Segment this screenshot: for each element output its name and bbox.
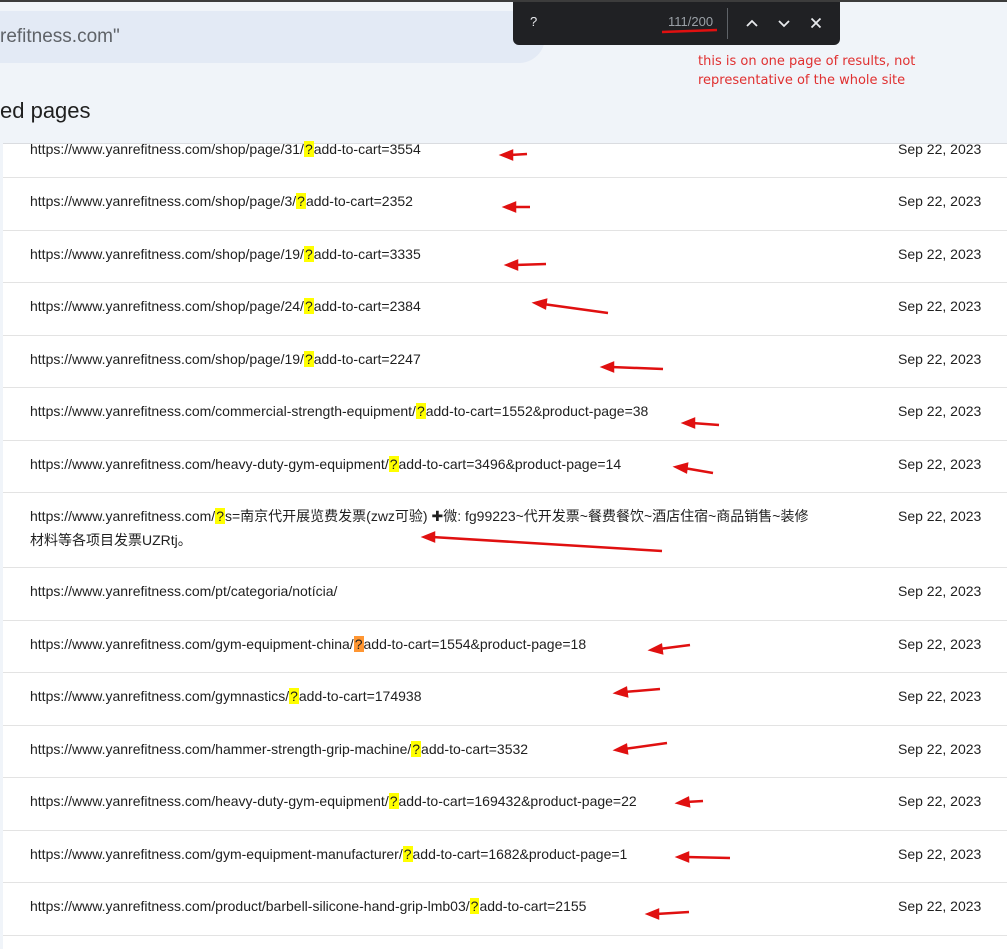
page-url[interactable]: https://www.yanrefitness.com/shop/page/1…: [30, 242, 820, 266]
find-match: ?: [296, 193, 306, 209]
search-box[interactable]: refitness.com": [0, 11, 545, 63]
url-suffix: add-to-cart=2247: [313, 350, 421, 367]
url-suffix: add-to-cart=1552&product-page=38: [425, 403, 649, 419]
url-prefix: https://www.yanrefitness.com/shop/page/1…: [30, 245, 304, 262]
url-prefix: https://www.yanrefitness.com/gym-equipme…: [30, 635, 354, 652]
page-url[interactable]: https://www.yanrefitness.com/shop/page/3…: [30, 189, 820, 213]
chevron-down-icon[interactable]: [771, 10, 797, 36]
table-row[interactable]: https://www.yanrefitness.com/shop/page/3…: [3, 177, 1007, 231]
find-match: ?: [303, 298, 314, 314]
last-crawled-date: Sep 22, 2023: [898, 298, 982, 314]
find-match: ?: [411, 740, 422, 757]
url-prefix: https://www.yanrefitness.com/pt/categori…: [30, 583, 338, 599]
url-prefix: https://www.yanrefitness.com/heavy-duty-…: [30, 793, 389, 809]
page-url[interactable]: https://www.yanrefitness.com/shop/page/2…: [30, 294, 820, 318]
last-crawled-date: Sep 22, 2023: [898, 193, 982, 209]
page-url[interactable]: https://www.yanrefitness.com/commercial-…: [30, 399, 820, 423]
last-crawled-date: Sep 22, 2023: [898, 350, 982, 367]
page-url[interactable]: https://www.yanrefitness.com/gym-equipme…: [30, 632, 820, 656]
page-url[interactable]: https://www.yanrefitness.com/heavy-duty-…: [30, 789, 820, 813]
url-prefix: https://www.yanrefitness.com/hammer-stre…: [30, 740, 412, 757]
last-crawled-date: Sep 22, 2023: [898, 845, 982, 862]
close-icon[interactable]: [803, 10, 829, 36]
find-match: ?: [303, 245, 314, 262]
table-row[interactable]: https://www.yanrefitness.com/shop/page/1…: [3, 335, 1007, 388]
annotation-note: this is on one page of results, not repr…: [698, 54, 916, 88]
url-suffix: add-to-cart=174938: [298, 688, 422, 704]
find-match: ?: [388, 793, 399, 809]
url-prefix: https://www.yanrefitness.com/product/bar…: [30, 898, 470, 914]
find-match: ?: [215, 508, 225, 524]
last-crawled-date: Sep 22, 2023: [898, 508, 982, 524]
last-crawled-date: Sep 22, 2023: [898, 740, 982, 757]
last-crawled-date: Sep 22, 2023: [898, 403, 982, 419]
url-prefix: https://www.yanrefitness.com/shop/page/1…: [30, 350, 304, 367]
page-url[interactable]: https://www.yanrefitness.com/gym-equipme…: [30, 842, 820, 866]
find-match: ?: [303, 141, 314, 157]
url-suffix: add-to-cart=3532: [421, 740, 529, 757]
last-crawled-date: Sep 22, 2023: [898, 793, 982, 809]
find-divider: [727, 8, 728, 39]
find-match: ?: [388, 455, 399, 472]
url-prefix: https://www.yanrefitness.com/: [30, 508, 216, 524]
url-suffix: add-to-cart=3335: [313, 245, 421, 262]
table-row[interactable]: https://www.yanrefitness.com/product/bar…: [3, 882, 1007, 936]
page-url[interactable]: https://www.yanrefitness.com/shop/page/3…: [30, 137, 820, 161]
url-suffix: add-to-cart=1554&product-page=18: [363, 635, 587, 652]
url-suffix: add-to-cart=1682&product-page=1: [412, 845, 628, 862]
table-row[interactable]: https://www.yanrefitness.com/shop/page/3…: [3, 141, 1007, 178]
url-prefix: https://www.yanrefitness.com/gymnastics/: [30, 688, 290, 704]
page-url[interactable]: https://www.yanrefitness.com/gymnastics/…: [30, 684, 820, 708]
find-match: ?: [415, 403, 426, 419]
table-row[interactable]: https://www.yanrefitness.com/commercial-…: [3, 387, 1007, 441]
url-prefix: https://www.yanrefitness.com/shop/page/3…: [30, 193, 297, 209]
url-prefix: https://www.yanrefitness.com/gym-equipme…: [30, 845, 403, 862]
table-row[interactable]: https://www.yanrefitness.com/shop/page/2…: [3, 282, 1007, 336]
url-suffix: add-to-cart=169432&product-page=22: [398, 793, 637, 809]
find-in-page-bar: ? 111/200: [513, 2, 840, 45]
table-row[interactable]: https://www.yanrefitness.com/pt/categori…: [3, 567, 1007, 621]
page-url[interactable]: https://www.yanrefitness.com/heavy-duty-…: [30, 452, 820, 476]
last-crawled-date: Sep 22, 2023: [898, 245, 982, 262]
table-row[interactable]: https://www.yanrefitness.com/gymnastics/…: [3, 672, 1007, 726]
url-prefix: https://www.yanrefitness.com/commercial-…: [30, 403, 416, 419]
table-row[interactable]: https://www.yanrefitness.com/gym-equipme…: [3, 830, 1007, 883]
url-suffix: add-to-cart=2384: [313, 298, 421, 314]
table-row[interactable]: https://www.yanrefitness.com/?s=南京代开展览费发…: [3, 492, 1007, 568]
last-crawled-date: Sep 22, 2023: [898, 898, 982, 914]
table-row[interactable]: https://www.yanrefitness.com/heavy-duty-…: [3, 777, 1007, 831]
chevron-up-icon[interactable]: [739, 10, 765, 36]
page-url[interactable]: https://www.yanrefitness.com/pt/categori…: [30, 579, 820, 603]
find-match: ?: [289, 688, 299, 704]
last-crawled-date: Sep 22, 2023: [898, 583, 982, 599]
active-find-match: ?: [353, 635, 364, 652]
url-prefix: https://www.yanrefitness.com/shop/page/2…: [30, 298, 304, 314]
url-suffix: add-to-cart=2352: [305, 193, 413, 209]
table-row[interactable]: https://www.yanrefitness.com/heavy-duty-…: [3, 440, 1007, 493]
table-row[interactable]: https://www.yanrefitness.com/hammer-stre…: [3, 725, 1007, 778]
find-match: ?: [303, 350, 314, 367]
page-url[interactable]: https://www.yanrefitness.com/?s=南京代开展览费发…: [30, 504, 820, 552]
url-suffix: add-to-cart=3496&product-page=14: [398, 455, 622, 472]
url-suffix: add-to-cart=3554: [313, 141, 421, 157]
page-url[interactable]: https://www.yanrefitness.com/shop/page/1…: [30, 347, 820, 371]
section-title: ed pages: [0, 98, 91, 123]
last-crawled-date: Sep 22, 2023: [898, 141, 982, 157]
last-crawled-date: Sep 22, 2023: [898, 455, 982, 472]
table-row[interactable]: https://www.yanrefitness.com/shop/page/1…: [3, 230, 1007, 283]
last-crawled-date: Sep 22, 2023: [898, 635, 982, 652]
page-url[interactable]: https://www.yanrefitness.com/hammer-stre…: [30, 737, 820, 761]
page-url[interactable]: https://www.yanrefitness.com/product/bar…: [30, 894, 820, 918]
search-query-text: refitness.com": [0, 26, 120, 47]
url-prefix: https://www.yanrefitness.com/heavy-duty-…: [30, 455, 389, 472]
find-match: ?: [469, 898, 480, 914]
url-suffix: add-to-cart=2155: [479, 898, 587, 914]
find-match-count: 111/200: [668, 14, 714, 29]
table-row[interactable]: https://www.yanrefitness.com/gym-equipme…: [3, 620, 1007, 673]
url-prefix: https://www.yanrefitness.com/shop/page/3…: [30, 141, 304, 157]
find-match: ?: [402, 845, 413, 862]
last-crawled-date: Sep 22, 2023: [898, 688, 982, 704]
find-input[interactable]: ?: [530, 14, 537, 29]
